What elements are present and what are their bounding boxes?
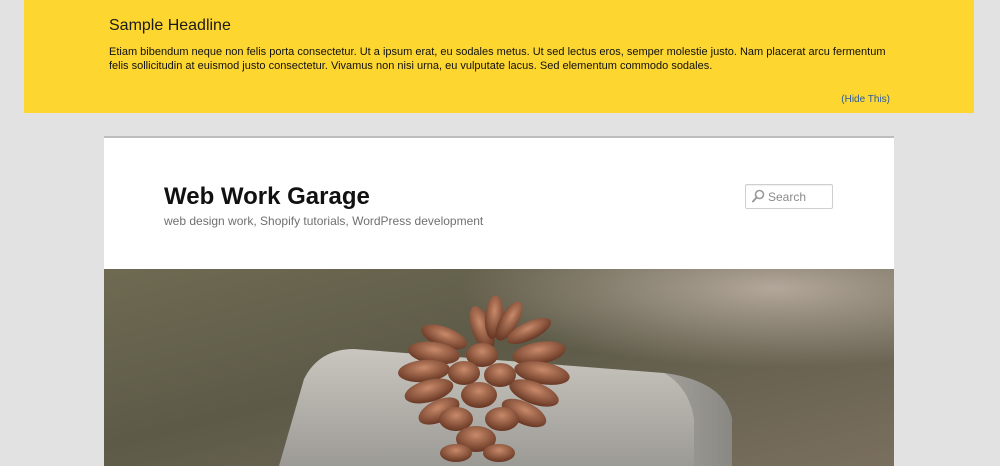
notice-title: Sample Headline <box>109 17 231 34</box>
notice-bar: Sample Headline Etiam bibendum neque non… <box>24 0 974 113</box>
hide-notice-link[interactable]: (Hide This) <box>841 94 890 105</box>
search-input[interactable] <box>768 185 830 208</box>
site-title[interactable]: Web Work Garage <box>164 183 370 211</box>
search-box[interactable] <box>745 184 833 209</box>
pine-cone-image <box>104 269 894 466</box>
notice-body: Etiam bibendum neque non felis porta con… <box>109 46 886 72</box>
site-description: web design work, Shopify tutorials, Word… <box>164 214 484 228</box>
header-banner-image <box>104 269 894 466</box>
page-container: Web Work Garage web design work, Shopify… <box>104 136 894 466</box>
search-icon <box>752 189 765 203</box>
